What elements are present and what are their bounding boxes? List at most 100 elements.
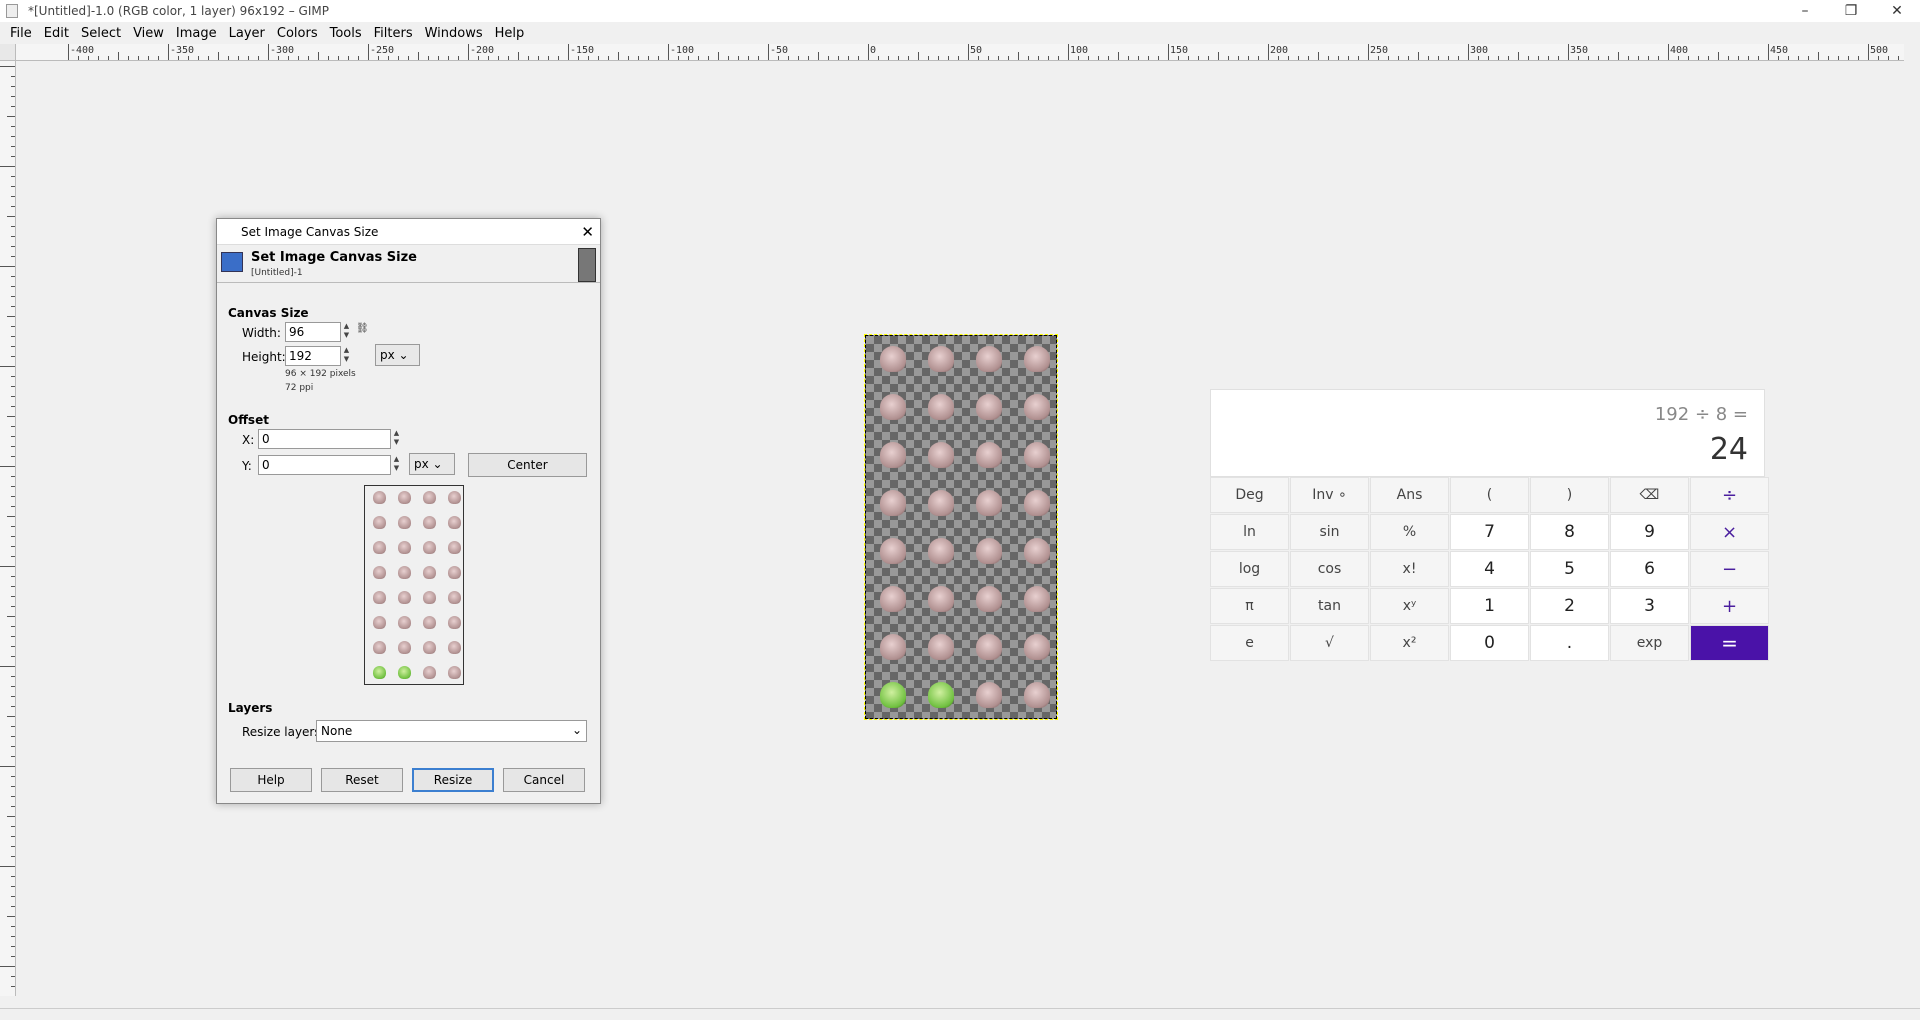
calc-key-1-6[interactable]: ×: [1690, 514, 1769, 550]
menu-select[interactable]: Select: [75, 26, 127, 41]
ruler-minor-tick: [1798, 56, 1799, 60]
vertical-ruler[interactable]: [0, 61, 16, 996]
ruler-minor-tick: [1698, 56, 1699, 60]
calc-key-0-2[interactable]: Ans: [1370, 477, 1449, 513]
menu-view[interactable]: View: [127, 26, 170, 41]
menu-colors[interactable]: Colors: [271, 26, 324, 41]
layers-section-label: Layers: [228, 701, 273, 715]
vertical-scrollbar[interactable]: [1904, 61, 1920, 996]
ruler-minor-tick: [518, 52, 519, 60]
calc-key-0-6[interactable]: ÷: [1690, 477, 1769, 513]
calc-key-0-4[interactable]: ): [1530, 477, 1609, 513]
ruler-minor-tick: [1628, 56, 1629, 60]
menu-layer[interactable]: Layer: [223, 26, 271, 41]
ruler-minor-tick: [1248, 56, 1249, 60]
ruler-minor-tick: [708, 56, 709, 60]
calc-key-0-5[interactable]: ⌫: [1610, 477, 1689, 513]
calc-key-4-0[interactable]: e: [1210, 625, 1289, 661]
ruler-label: 150: [1170, 45, 1189, 56]
minimize-button[interactable]: –: [1782, 0, 1828, 22]
calc-key-1-3[interactable]: 7: [1450, 514, 1529, 550]
image-canvas[interactable]: [864, 334, 1058, 720]
offset-y-input[interactable]: 0: [258, 455, 391, 475]
calc-key-4-4[interactable]: .: [1530, 625, 1609, 661]
calc-key-2-0[interactable]: log: [1210, 551, 1289, 587]
calc-key-0-0[interactable]: Deg: [1210, 477, 1289, 513]
horizontal-ruler[interactable]: -400 -350 -300 -250 -200 -150 -100 -50 0 50 100 150…: [16, 44, 1904, 61]
center-button[interactable]: Center: [468, 453, 587, 477]
restore-button[interactable]: ❐: [1828, 0, 1874, 22]
ruler-minor-tick: [11, 386, 15, 387]
calc-key-3-5[interactable]: 3: [1610, 588, 1689, 624]
ruler-major-tick: [1468, 44, 1469, 60]
preview-sprite-tile: [448, 616, 461, 629]
calc-key-1-0[interactable]: ln: [1210, 514, 1289, 550]
offset-preview[interactable]: [364, 485, 464, 685]
calc-key-3-4[interactable]: 2: [1530, 588, 1609, 624]
calc-key-4-3[interactable]: 0: [1450, 625, 1529, 661]
ruler-minor-tick: [928, 56, 929, 60]
help-button[interactable]: Help: [230, 768, 312, 792]
preview-sprite-tile: [448, 566, 461, 579]
calc-key-2-3[interactable]: 4: [1450, 551, 1529, 587]
menu-filters[interactable]: Filters: [368, 26, 419, 41]
menu-edit[interactable]: Edit: [38, 26, 75, 41]
calc-key-1-5[interactable]: 9: [1610, 514, 1689, 550]
dialog-titlebar[interactable]: Set Image Canvas Size ✕: [217, 219, 600, 245]
calc-key-2-5[interactable]: 6: [1610, 551, 1689, 587]
calc-key-3-0[interactable]: π: [1210, 588, 1289, 624]
offset-y-spin-buttons[interactable]: ▲ ▼: [392, 455, 401, 475]
quick-mask-toggle[interactable]: [0, 44, 16, 61]
dialog-header: Set Image Canvas Size [Untitled]-1: [217, 245, 600, 283]
offset-unit-select[interactable]: px ⌄: [409, 453, 455, 475]
menu-windows[interactable]: Windows: [419, 26, 489, 41]
calc-key-1-2[interactable]: %: [1370, 514, 1449, 550]
ruler-label: 400: [1670, 45, 1689, 56]
calc-key-2-1[interactable]: cos: [1290, 551, 1369, 587]
ruler-minor-tick: [11, 756, 15, 757]
reset-button[interactable]: Reset: [321, 768, 403, 792]
menu-tools[interactable]: Tools: [324, 26, 368, 41]
calc-key-1-1[interactable]: sin: [1290, 514, 1369, 550]
height-input[interactable]: 192: [285, 346, 341, 366]
cancel-button[interactable]: Cancel: [503, 768, 585, 792]
sprite-tile: [976, 394, 1002, 420]
ruler-minor-tick: [1038, 56, 1039, 60]
menu-image[interactable]: Image: [170, 26, 223, 41]
ruler-minor-tick: [1738, 56, 1739, 60]
width-spin-buttons[interactable]: ▲ ▼: [342, 322, 351, 342]
calc-key-0-3[interactable]: (: [1450, 477, 1529, 513]
calc-key-0-1[interactable]: Inv ∘: [1290, 477, 1369, 513]
offset-x-spin-buttons[interactable]: ▲ ▼: [392, 429, 401, 449]
calc-key-3-3[interactable]: 1: [1450, 588, 1529, 624]
calc-key-3-6[interactable]: +: [1690, 588, 1769, 624]
close-window-button[interactable]: ✕: [1874, 0, 1920, 22]
calc-key-4-6[interactable]: =: [1690, 625, 1769, 661]
ruler-minor-tick: [11, 186, 15, 187]
calc-key-2-2[interactable]: x!: [1370, 551, 1449, 587]
offset-x-input[interactable]: 0: [258, 429, 391, 449]
preview-sprite-tile: [423, 591, 436, 604]
resize-button[interactable]: Resize: [412, 768, 494, 792]
dialog-close-icon[interactable]: ✕: [581, 223, 594, 241]
menu-help[interactable]: Help: [489, 26, 531, 41]
menu-file[interactable]: File: [4, 26, 38, 41]
calc-key-2-6[interactable]: −: [1690, 551, 1769, 587]
calc-key-3-1[interactable]: tan: [1290, 588, 1369, 624]
ruler-minor-tick: [7, 816, 15, 817]
calc-key-1-4[interactable]: 8: [1530, 514, 1609, 550]
calc-key-4-5[interactable]: exp: [1610, 625, 1689, 661]
resize-layers-select[interactable]: None ⌄: [316, 720, 587, 742]
calc-key-2-4[interactable]: 5: [1530, 551, 1609, 587]
ruler-minor-tick: [628, 56, 629, 60]
chain-link-icon[interactable]: ⛓: [356, 323, 369, 343]
calc-key-4-1[interactable]: √: [1290, 625, 1369, 661]
width-input[interactable]: 96: [285, 322, 341, 342]
size-unit-select[interactable]: px ⌄: [375, 344, 420, 366]
calc-key-3-2[interactable]: xʸ: [1370, 588, 1449, 624]
horizontal-scrollbar[interactable]: [16, 996, 1904, 1008]
calc-key-4-2[interactable]: x²: [1370, 625, 1449, 661]
ruler-minor-tick: [11, 286, 15, 287]
height-spin-buttons[interactable]: ▲ ▼: [342, 346, 351, 366]
ruler-minor-tick: [638, 56, 639, 60]
